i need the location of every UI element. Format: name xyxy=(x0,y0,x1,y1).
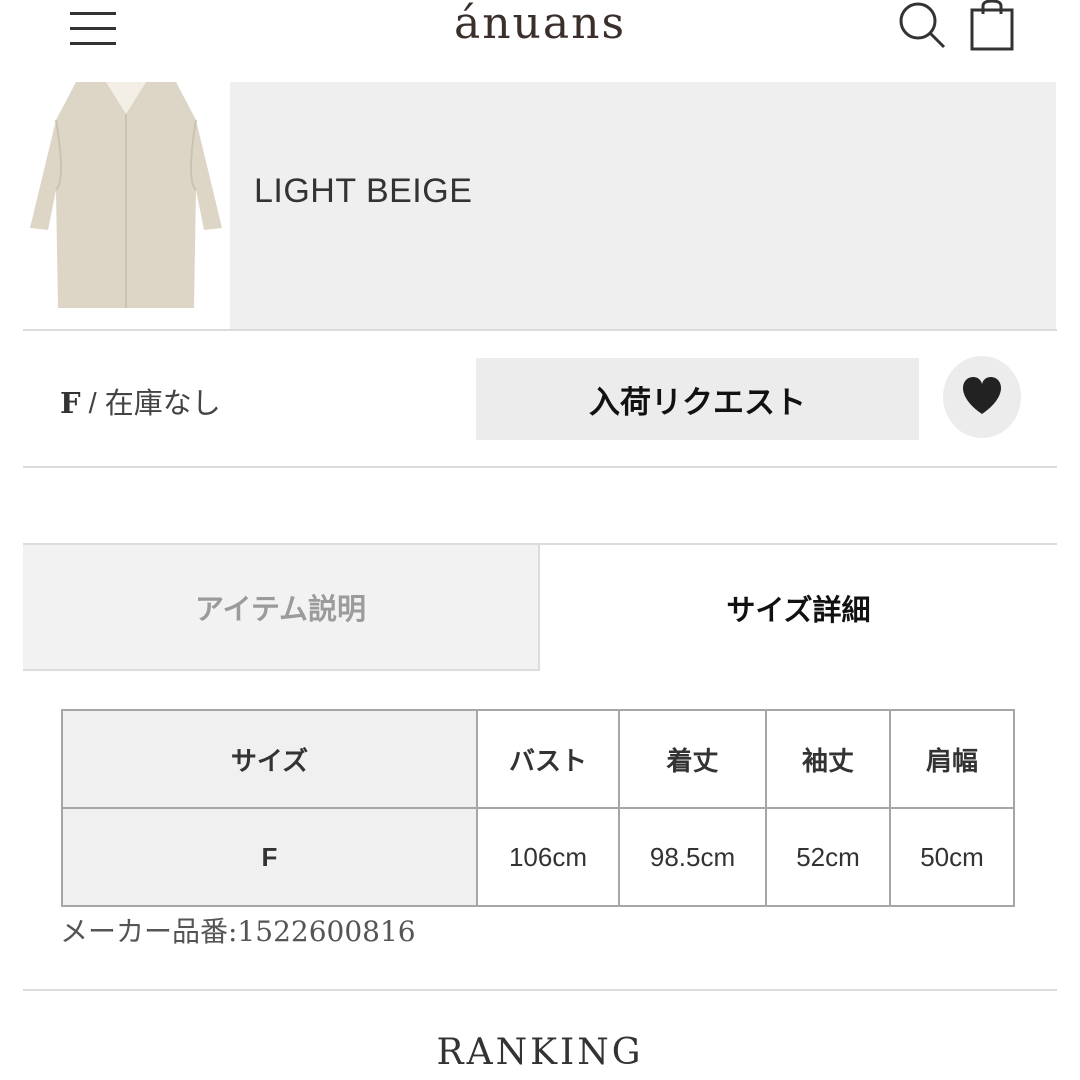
stock-status: / 在庫なし xyxy=(88,388,221,420)
table-cell: 52cm xyxy=(765,807,891,907)
column-header: バスト xyxy=(476,709,620,809)
heart-icon xyxy=(963,377,1001,414)
table-cell: 106cm xyxy=(476,807,620,907)
restock-request-button[interactable]: 入荷リクエスト xyxy=(476,358,919,440)
divider xyxy=(23,329,1057,331)
table-row: F 106cm 98.5cm 52cm 50cm xyxy=(61,807,1015,907)
maker-product-number: メーカー品番:1522600816 xyxy=(60,915,416,948)
size-stock-status: F / 在庫なし xyxy=(60,380,221,422)
column-header: サイズ xyxy=(61,709,478,809)
table-cell: 50cm xyxy=(889,807,1015,907)
column-header: 袖丈 xyxy=(765,709,891,809)
search-icon[interactable] xyxy=(896,0,948,50)
table-header-row: サイズ バスト 着丈 袖丈 肩幅 xyxy=(61,709,1015,809)
column-header: 肩幅 xyxy=(889,709,1015,809)
divider xyxy=(23,466,1057,468)
color-name: LIGHT BEIGE xyxy=(254,172,473,210)
table-cell: F xyxy=(61,807,478,907)
shopping-bag-icon[interactable] xyxy=(968,0,1016,52)
tab-item-description[interactable]: アイテム説明 xyxy=(23,543,540,671)
table-cell: 98.5cm xyxy=(618,807,767,907)
ranking-heading: RANKING xyxy=(436,1032,644,1073)
favorite-button[interactable] xyxy=(943,356,1021,438)
size-label: F xyxy=(60,386,81,420)
tab-size-details[interactable]: サイズ詳細 xyxy=(540,543,1057,671)
size-table: サイズ バスト 着丈 袖丈 肩幅 F 106cm 98.5cm 52cm 50c… xyxy=(61,709,1015,907)
divider xyxy=(23,989,1057,991)
column-header: 着丈 xyxy=(618,709,767,809)
product-thumbnail[interactable] xyxy=(26,80,226,328)
